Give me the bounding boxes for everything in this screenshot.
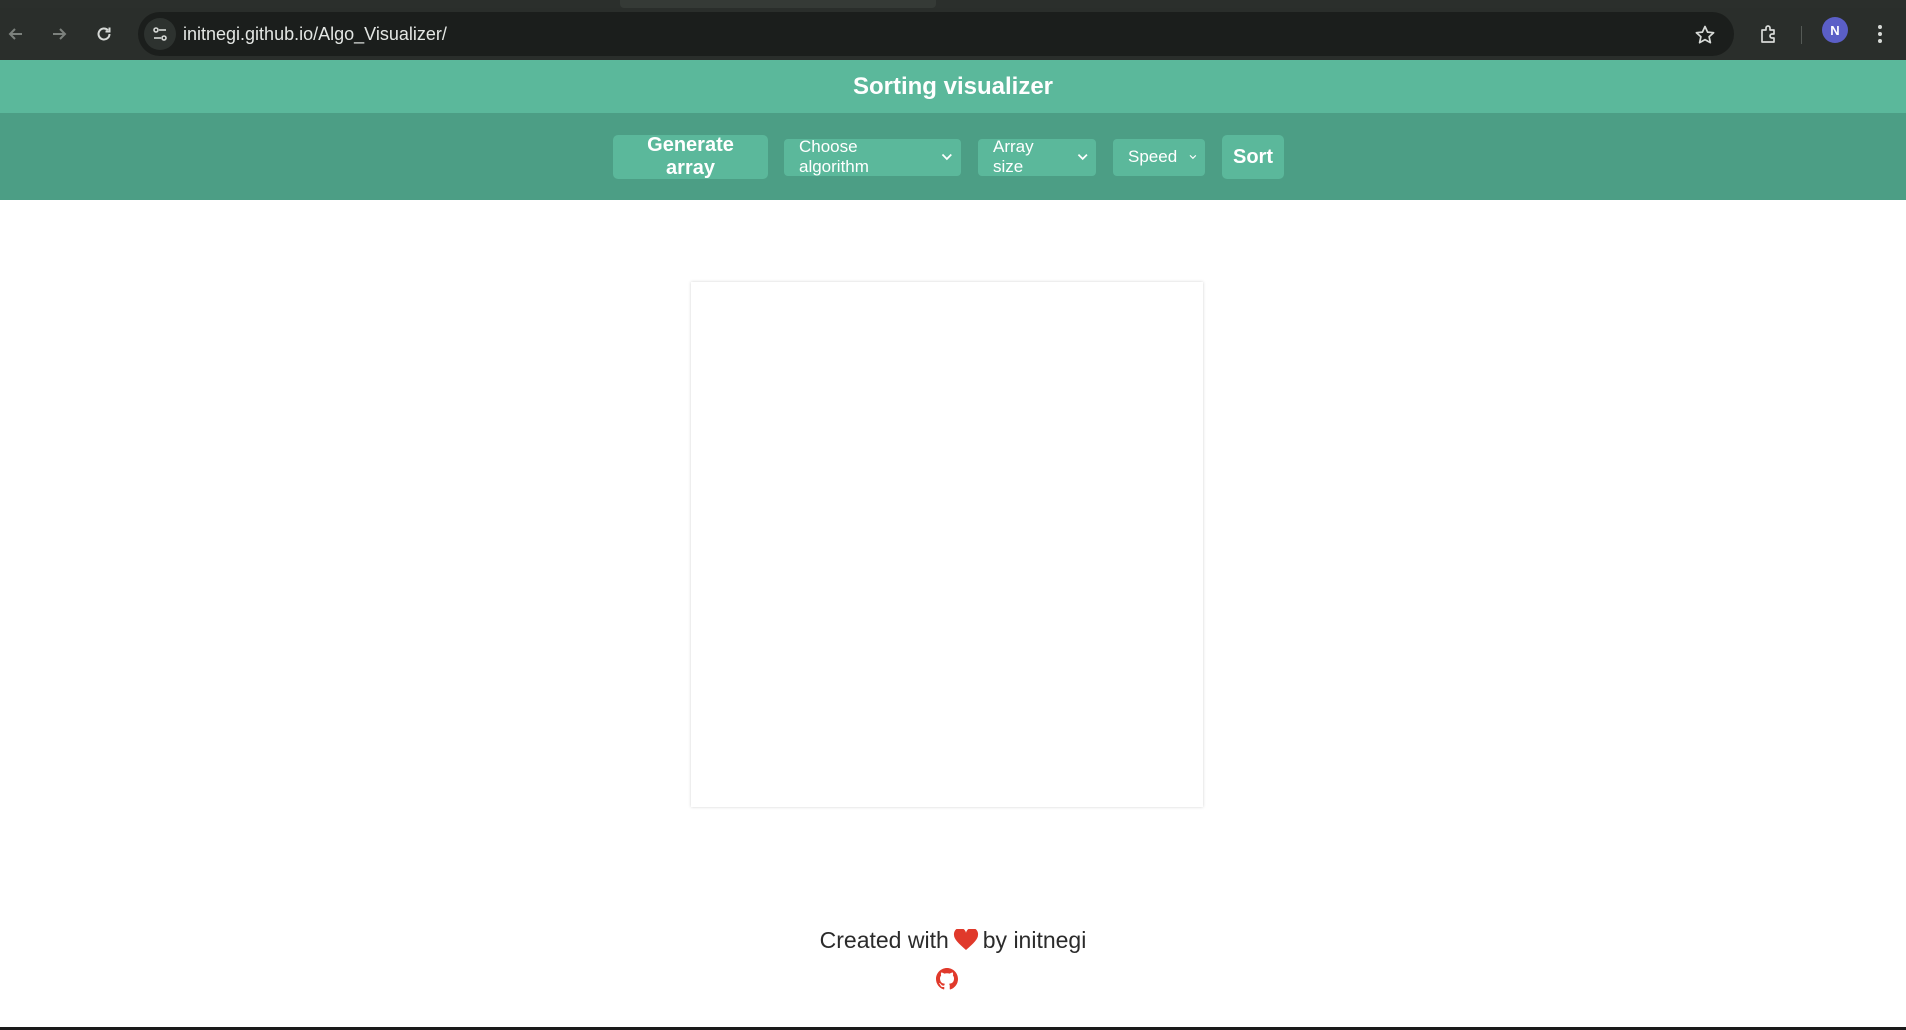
back-button[interactable] — [1, 19, 31, 49]
star-icon — [1695, 25, 1715, 44]
kebab-menu-icon — [1878, 25, 1882, 43]
back-arrow-icon — [8, 28, 22, 40]
address-bar[interactable]: initnegi.github.io/Algo_Visualizer/ — [138, 12, 1734, 56]
github-link[interactable] — [935, 967, 959, 991]
speed-select-label: Speed — [1128, 147, 1178, 166]
algorithm-select-label: Choose algorithm — [799, 137, 869, 176]
footer-prefix: Created with — [819, 926, 949, 953]
control-bar: Generate array Choose algorithm Array si… — [0, 113, 1906, 200]
heart-icon — [953, 929, 979, 951]
tab-strip — [0, 0, 1906, 8]
browser-chrome: initnegi.github.io/Algo_Visualizer/ N — [0, 0, 1906, 60]
sort-button[interactable]: Sort — [1222, 135, 1284, 179]
extensions-button[interactable] — [1754, 19, 1784, 49]
app-header: Sorting visualizer — [0, 60, 1906, 113]
chevron-down-icon — [1189, 154, 1197, 160]
extensions-icon — [1761, 25, 1775, 43]
controls-group: Generate array Choose algorithm Array si… — [613, 134, 1284, 179]
chevron-down-icon — [1077, 154, 1088, 161]
reload-icon — [97, 27, 111, 41]
reload-button[interactable] — [89, 19, 119, 49]
profile-avatar[interactable]: N — [1822, 17, 1848, 43]
speed-select[interactable]: Speed — [1113, 138, 1205, 176]
github-icon — [936, 968, 958, 990]
site-info-button[interactable] — [144, 18, 176, 50]
array-size-select[interactable]: Array size — [978, 137, 1096, 176]
browser-menu-button[interactable] — [1868, 19, 1892, 49]
forward-button[interactable] — [44, 19, 74, 49]
site-info-icon — [153, 27, 167, 41]
url-text[interactable]: initnegi.github.io/Algo_Visualizer/ — [183, 24, 447, 45]
algorithm-select[interactable]: Choose algorithm — [784, 137, 961, 176]
bookmark-star-button[interactable] — [1693, 23, 1717, 47]
page-title: Sorting visualizer — [852, 72, 1054, 100]
active-tab[interactable] — [620, 0, 936, 8]
browser-toolbar: initnegi.github.io/Algo_Visualizer/ N — [0, 8, 1906, 60]
array-size-select-label: Array size — [993, 137, 1034, 176]
footer-suffix: by initnegi — [982, 926, 1087, 953]
footer-credit: Created with by initnegi — [0, 920, 1906, 960]
generate-array-button[interactable]: Generate array — [613, 134, 768, 179]
array-visualization-area — [691, 282, 1203, 807]
forward-arrow-icon — [53, 28, 67, 40]
toolbar-divider — [1801, 26, 1802, 44]
chevron-down-icon — [942, 153, 953, 161]
